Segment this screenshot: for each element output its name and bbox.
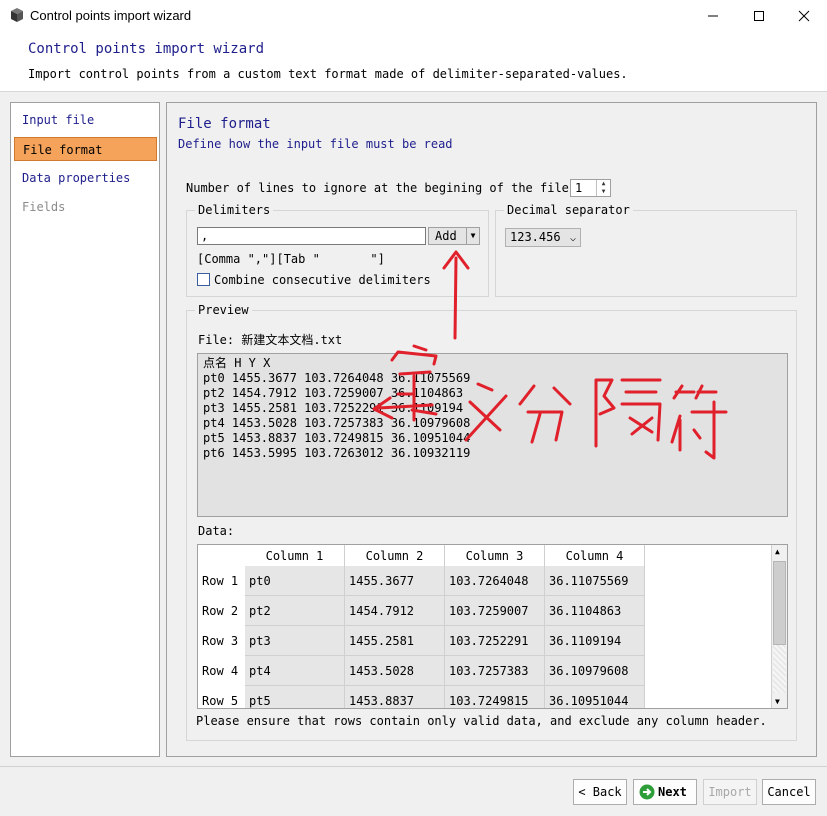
preview-text-box[interactable]: 点名 H Y X pt0 1455.3677 103.7264048 36.11…	[197, 353, 788, 517]
table-cell[interactable]: 1454.7912	[345, 596, 445, 626]
page-subtitle: Define how the input file must be read	[178, 137, 453, 151]
decimal-separator-group: Decimal separator 123.456 ⌵	[495, 203, 797, 297]
delimiter-input[interactable]: ,	[197, 227, 426, 245]
preview-line: 点名 H Y X	[203, 356, 271, 370]
data-table[interactable]: Column 1 Column 2 Column 3 Column 4 Row …	[197, 544, 788, 709]
column-header[interactable]: Column 4	[545, 545, 645, 567]
delimiter-list: [Comma ","][Tab " "]	[197, 252, 385, 266]
wizard-header: Control points import wizard Import cont…	[0, 32, 827, 92]
dropdown-caret-icon[interactable]: ▼	[466, 228, 479, 244]
table-cell[interactable]: pt4	[245, 656, 345, 686]
page-title: File format	[178, 116, 271, 132]
file-format-panel: File format Define how the input file mu…	[166, 102, 817, 757]
cancel-button[interactable]: Cancel	[762, 779, 816, 805]
table-cell[interactable]: 103.7259007	[445, 596, 545, 626]
row-header[interactable]: Row 4	[198, 656, 245, 686]
next-button[interactable]: Next	[633, 779, 697, 805]
table-cell[interactable]: 103.7264048	[445, 566, 545, 596]
spin-up-icon[interactable]: ▲	[597, 180, 610, 188]
title-bar: Control points import wizard	[0, 0, 827, 32]
table-cell[interactable]: 1453.8837	[345, 686, 445, 708]
table-cell[interactable]: pt2	[245, 596, 345, 626]
decimal-separator-select[interactable]: 123.456 ⌵	[505, 228, 581, 247]
table-cell[interactable]: 103.7252291	[445, 626, 545, 656]
lines-to-ignore-spinbox[interactable]: 1 ▲ ▼	[570, 179, 611, 197]
table-cell[interactable]: 36.1109194	[545, 626, 645, 656]
step-fields: Fields	[22, 200, 66, 214]
table-cell[interactable]: 36.10979608	[545, 656, 645, 686]
minimize-icon	[708, 15, 718, 17]
preview-line: pt5 1453.8837 103.7249815 36.10951044	[203, 431, 471, 445]
table-cell[interactable]: pt3	[245, 626, 345, 656]
combine-delimiters-checkbox[interactable]	[197, 273, 210, 286]
back-button[interactable]: < Back	[573, 779, 627, 805]
scroll-down-icon[interactable]: ▼	[775, 697, 780, 706]
table-cell[interactable]: 1455.2581	[345, 626, 445, 656]
data-validity-note: Please ensure that rows contain only val…	[196, 714, 767, 728]
decimal-separator-value: 123.456	[510, 230, 561, 244]
table-cell[interactable]: pt0	[245, 566, 345, 596]
window-title: Control points import wizard	[30, 8, 192, 23]
step-input-file[interactable]: Input file	[14, 108, 157, 132]
table-cell[interactable]: 1455.3677	[345, 566, 445, 596]
preview-group: Preview File: 新建文本文档.txt 点名 H Y X pt0 14…	[186, 303, 797, 741]
scroll-thumb[interactable]	[773, 561, 786, 645]
step-file-format[interactable]: File format	[14, 137, 157, 161]
data-table-label: Data:	[198, 524, 235, 538]
row-header[interactable]: Row 1	[198, 566, 245, 596]
table-cell[interactable]: 103.7257383	[445, 656, 545, 686]
preview-line: pt4 1453.5028 103.7257383 36.10979608	[203, 416, 471, 430]
lines-to-ignore-label: Number of lines to ignore at the beginin…	[186, 181, 577, 195]
delimiters-group: Delimiters , Add ▼ [Comma ","][Tab " "] …	[186, 203, 489, 297]
preview-line: pt0 1455.3677 103.7264048 36.11075569	[203, 371, 471, 385]
table-cell[interactable]: 1453.5028	[345, 656, 445, 686]
next-button-label: Next	[658, 785, 687, 799]
wizard-subtitle: Import control points from a custom text…	[28, 67, 628, 81]
preview-line: pt6 1453.5995 103.7263012 36.10932119	[203, 446, 471, 460]
spin-down-icon[interactable]: ▼	[597, 188, 610, 196]
close-icon	[798, 10, 810, 22]
footer-divider	[0, 766, 827, 767]
steps-panel: Input file File format Data properties F…	[10, 102, 160, 757]
scroll-track[interactable]	[773, 645, 786, 693]
row-header[interactable]: Row 5	[198, 686, 245, 708]
minimize-button[interactable]	[690, 0, 736, 32]
preview-file-name: File: 新建文本文档.txt	[198, 333, 343, 347]
maximize-icon	[754, 11, 764, 21]
add-delimiter-button[interactable]: Add ▼	[428, 227, 480, 245]
import-button: Import	[703, 779, 757, 805]
scroll-up-icon[interactable]: ▲	[775, 547, 780, 556]
add-button-label: Add	[435, 229, 457, 243]
preview-line: pt2 1454.7912 103.7259007 36.1104863	[203, 386, 464, 400]
table-cell[interactable]: pt5	[245, 686, 345, 708]
row-header[interactable]: Row 2	[198, 596, 245, 626]
app-cube-icon	[11, 8, 23, 22]
table-cell[interactable]: 36.11075569	[545, 566, 645, 596]
spin-arrows[interactable]: ▲ ▼	[596, 180, 610, 196]
column-header[interactable]: Column 3	[445, 545, 545, 567]
table-scrollbar[interactable]: ▲ ▼	[771, 545, 787, 708]
maximize-button[interactable]	[736, 0, 782, 32]
column-header[interactable]: Column 2	[345, 545, 445, 567]
delimiters-group-label: Delimiters	[195, 203, 274, 217]
preview-line: pt3 1455.2581 103.7252291 36.1109194	[203, 401, 464, 415]
preview-group-label: Preview	[195, 303, 252, 317]
chevron-down-icon: ⌵	[569, 233, 576, 244]
next-arrow-icon	[639, 784, 655, 800]
close-button[interactable]	[781, 0, 827, 32]
row-header[interactable]: Row 3	[198, 626, 245, 656]
wizard-title: Control points import wizard	[28, 41, 265, 57]
lines-to-ignore-value: 1	[575, 181, 583, 195]
column-header[interactable]: Column 1	[245, 545, 345, 567]
step-data-properties[interactable]: Data properties	[14, 166, 157, 190]
table-cell[interactable]: 36.1104863	[545, 596, 645, 626]
table-cell[interactable]: 36.10951044	[545, 686, 645, 708]
table-cell[interactable]: 103.7249815	[445, 686, 545, 708]
combine-delimiters-label[interactable]: Combine consecutive delimiters	[214, 273, 431, 287]
decimal-separator-label: Decimal separator	[504, 203, 633, 217]
